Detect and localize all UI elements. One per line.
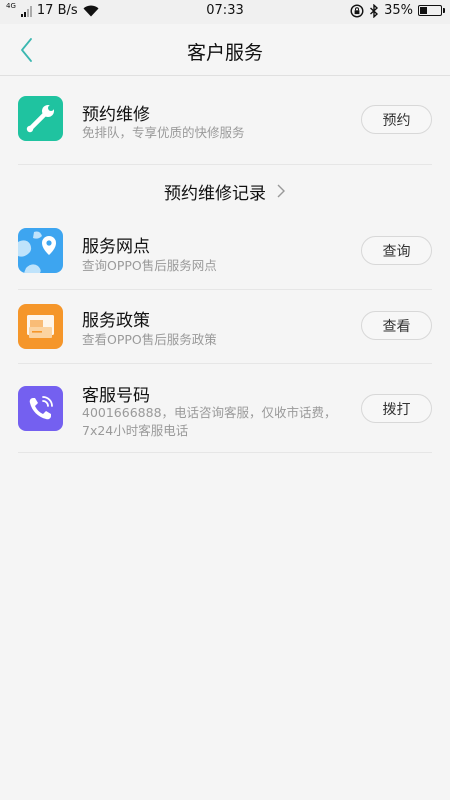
phone-icon <box>18 386 63 431</box>
wrench-icon <box>18 96 63 141</box>
repair-records-link[interactable]: 预约维修记录 <box>0 176 450 206</box>
hotline-subtitle-line2: 7x24小时客服电话 <box>82 423 189 438</box>
hotline-title: 客服号码 <box>82 386 150 406</box>
battery-fill <box>420 7 427 14</box>
document-icon <box>18 304 63 349</box>
repair-records-label: 预约维修记录 <box>164 183 266 204</box>
book-button[interactable]: 预约 <box>361 105 432 134</box>
query-button[interactable]: 查询 <box>361 236 432 265</box>
service-points-subtitle: 查询OPPO售后服务网点 <box>82 258 217 273</box>
policy-subtitle: 查看OPPO售后服务政策 <box>82 332 217 347</box>
status-right: 35% <box>350 3 445 18</box>
hotline-row[interactable]: 客服号码 4001666888，电话咨询客服，仅收市话费， 7x24小时客服电话… <box>18 364 432 453</box>
view-button[interactable]: 查看 <box>361 311 432 340</box>
hotline-subtitle-line1: 4001666888，电话咨询客服，仅收市话费， <box>82 405 337 420</box>
battery-icon <box>418 5 445 16</box>
call-button[interactable]: 拨打 <box>361 394 432 423</box>
repair-subtitle: 免排队，专享优质的快修服务 <box>82 125 245 140</box>
map-pin-icon <box>18 228 63 273</box>
repair-title: 预约维修 <box>82 105 150 125</box>
policy-row[interactable]: 服务政策 查看OPPO售后服务政策 查看 <box>18 290 432 364</box>
policy-title: 服务政策 <box>82 311 150 331</box>
bluetooth-icon <box>370 3 379 18</box>
battery-percent: 35% <box>384 3 413 18</box>
service-points-row[interactable]: 服务网点 查询OPPO售后服务网点 查询 <box>18 222 432 290</box>
rotation-lock-icon <box>350 3 364 18</box>
header: 客户服务 <box>0 24 450 76</box>
chevron-right-icon <box>277 184 285 198</box>
page-title: 客户服务 <box>186 42 263 64</box>
service-points-title: 服务网点 <box>82 237 150 257</box>
status-bar: 4G 17 B/s 07:33 35% <box>0 0 450 24</box>
repair-row[interactable]: 预约维修 免排队，专享优质的快修服务 预约 <box>18 90 432 165</box>
